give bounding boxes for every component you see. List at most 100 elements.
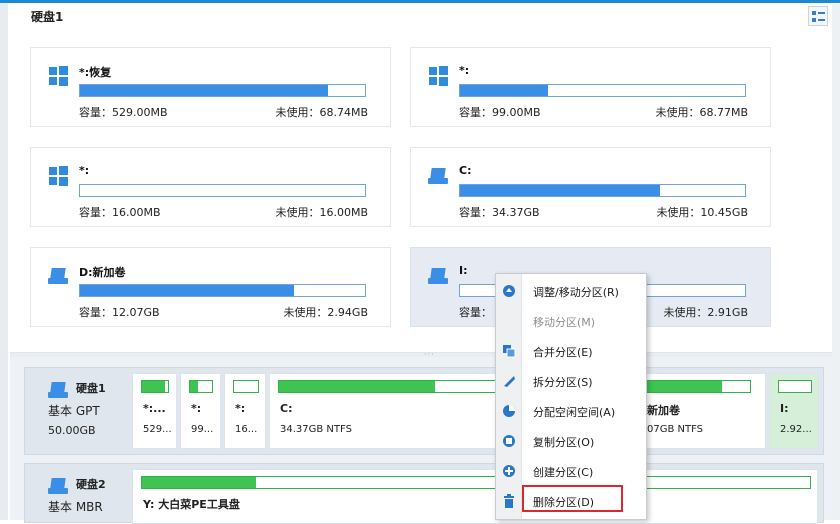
disk-size: 50.00GB xyxy=(48,424,96,437)
partition-usage-bar xyxy=(189,380,213,393)
partition-info: 99... xyxy=(191,424,214,435)
disk-info: 硬盘2 基本 MBR xyxy=(26,466,130,520)
partition-unused: 未使用：2.91GB xyxy=(663,306,748,319)
partition-usage-bar xyxy=(278,380,503,393)
menu-item-split[interactable]: 拆分分区(S) xyxy=(496,366,646,396)
partition-capacity: 容量：99.00MB xyxy=(459,106,541,119)
menu-item-create[interactable]: 创建分区(C) xyxy=(496,456,646,486)
disk-type: 基本 MBR xyxy=(48,500,103,514)
menu-item-move[interactable]: 移动分区(M) xyxy=(496,306,646,336)
splitter-grip: ··· xyxy=(424,350,435,359)
menu-item-label: 拆分分区(S) xyxy=(533,376,593,389)
allocate-icon xyxy=(502,404,516,418)
partition-block-selected[interactable]: I: 2.92... xyxy=(769,373,819,449)
split-icon xyxy=(502,374,516,388)
trash-icon xyxy=(502,494,516,508)
partition-name: I: xyxy=(459,264,468,277)
drive-icon xyxy=(428,166,448,186)
partition-unused: 未使用：10.45GB xyxy=(656,206,748,219)
partition-info: 16... xyxy=(235,424,258,435)
partition-usage-bar xyxy=(141,476,811,489)
partition-block[interactable]: *:... 529... xyxy=(132,373,177,449)
drive-icon xyxy=(428,266,448,286)
menu-item-copy[interactable]: 复制分区(O) xyxy=(496,426,646,456)
partition-info: 34.37GB NTFS xyxy=(280,424,352,435)
disk-info: 硬盘1 基本 GPT 50.00GB xyxy=(26,370,130,452)
partition-usage-bar xyxy=(778,380,812,393)
partition-info: 2.92... xyxy=(780,424,812,435)
partition-card[interactable]: C: 容量：34.37GB 未使用：10.45GB xyxy=(410,147,771,227)
drive-icon xyxy=(48,476,70,496)
partition-block[interactable]: 新加卷 07GB NTFS xyxy=(636,373,766,449)
view-toggle-button[interactable] xyxy=(808,6,828,26)
partition-unused: 未使用：68.74MB xyxy=(275,106,368,119)
menu-item-merge[interactable]: 合并分区(E) xyxy=(496,336,646,366)
partition-block[interactable]: C: 34.37GB NTFS xyxy=(269,373,503,449)
windows-icon xyxy=(48,166,68,186)
usage-bar xyxy=(79,284,366,297)
right-scrollbar[interactable] xyxy=(832,3,840,520)
partition-label: *: xyxy=(235,402,246,415)
create-icon xyxy=(502,464,516,478)
partition-card[interactable]: *: 容量：16.00MB 未使用：16.00MB xyxy=(30,147,391,227)
partition-info: 529... xyxy=(143,424,172,435)
usage-bar-fill xyxy=(80,285,294,296)
windows-icon xyxy=(428,66,448,86)
partition-name: D:新加卷 xyxy=(79,266,126,279)
partition-card[interactable]: D:新加卷 容量：12.07GB 未使用：2.94GB xyxy=(30,247,391,327)
partition-card[interactable]: *:恢复 容量：529.00MB 未使用：68.74MB xyxy=(30,47,391,127)
partition-usage-fill xyxy=(279,381,436,392)
partition-usage-fill xyxy=(190,381,198,392)
partition-card[interactable]: *: 容量：99.00MB 未使用：68.77MB xyxy=(410,47,771,127)
menu-item-allocate[interactable]: 分配空闲空间(A) xyxy=(496,396,646,426)
partition-capacity: 容量：16.00MB xyxy=(79,206,161,219)
menu-item-resize-move[interactable]: 调整/移动分区(R) xyxy=(496,276,646,306)
menu-item-label: 创建分区(C) xyxy=(533,466,594,479)
partition-name: *: xyxy=(459,64,470,77)
partition-capacity: 容量： xyxy=(459,306,492,319)
partition-name: *: xyxy=(79,164,90,177)
drive-icon xyxy=(48,380,70,400)
partition-capacity: 容量：34.37GB xyxy=(459,206,540,219)
partition-capacity: 容量：12.07GB xyxy=(79,306,160,319)
disk1-section-title: 硬盘1 xyxy=(31,10,64,24)
usage-bar xyxy=(459,184,746,197)
partition-usage-bar xyxy=(233,380,259,393)
disk-type: 基本 GPT xyxy=(48,404,100,418)
partition-unused: 未使用：2.94GB xyxy=(283,306,368,319)
disk-name: 硬盘2 xyxy=(76,478,106,491)
partition-label: *:... xyxy=(143,402,166,415)
partition-label: Y: 大白菜PE工具盘 xyxy=(143,498,240,511)
disk-name: 硬盘1 xyxy=(76,382,106,395)
drive-icon xyxy=(48,266,68,286)
partition-usage-fill xyxy=(142,477,256,488)
partition-name: *:恢复 xyxy=(79,66,112,79)
partition-name: C: xyxy=(459,164,472,177)
partition-label: *: xyxy=(191,402,202,415)
partition-usage-bar xyxy=(141,380,169,393)
merge-icon xyxy=(502,344,516,358)
partition-usage-bar xyxy=(637,380,751,393)
partition-unused: 未使用：68.77MB xyxy=(655,106,748,119)
menu-item-label: 合并分区(E) xyxy=(533,346,593,359)
menu-item-label: 调整/移动分区(R) xyxy=(533,286,619,299)
partition-block[interactable]: *: 16... xyxy=(224,373,266,449)
partition-label: I: xyxy=(780,402,789,415)
window-top-border xyxy=(0,0,840,3)
partition-block[interactable]: Y: 大白菜PE工具盘 xyxy=(132,469,818,524)
partition-usage-fill xyxy=(142,381,165,392)
partition-label: 新加卷 xyxy=(647,404,680,417)
menu-item-label: 分配空闲空间(A) xyxy=(533,406,616,419)
partition-unused: 未使用：16.00MB xyxy=(275,206,368,219)
partition-block[interactable]: *: 99... xyxy=(180,373,221,449)
usage-bar-fill xyxy=(460,185,660,196)
usage-bar xyxy=(79,84,366,97)
windows-icon xyxy=(48,66,68,86)
partition-label: C: xyxy=(280,402,293,415)
resize-icon xyxy=(502,284,516,298)
delete-highlight-box xyxy=(522,485,623,512)
usage-bar-fill xyxy=(80,85,328,96)
partition-info: 07GB NTFS xyxy=(647,424,704,435)
menu-item-label: 移动分区(M) xyxy=(533,316,596,329)
usage-bar xyxy=(79,184,366,197)
